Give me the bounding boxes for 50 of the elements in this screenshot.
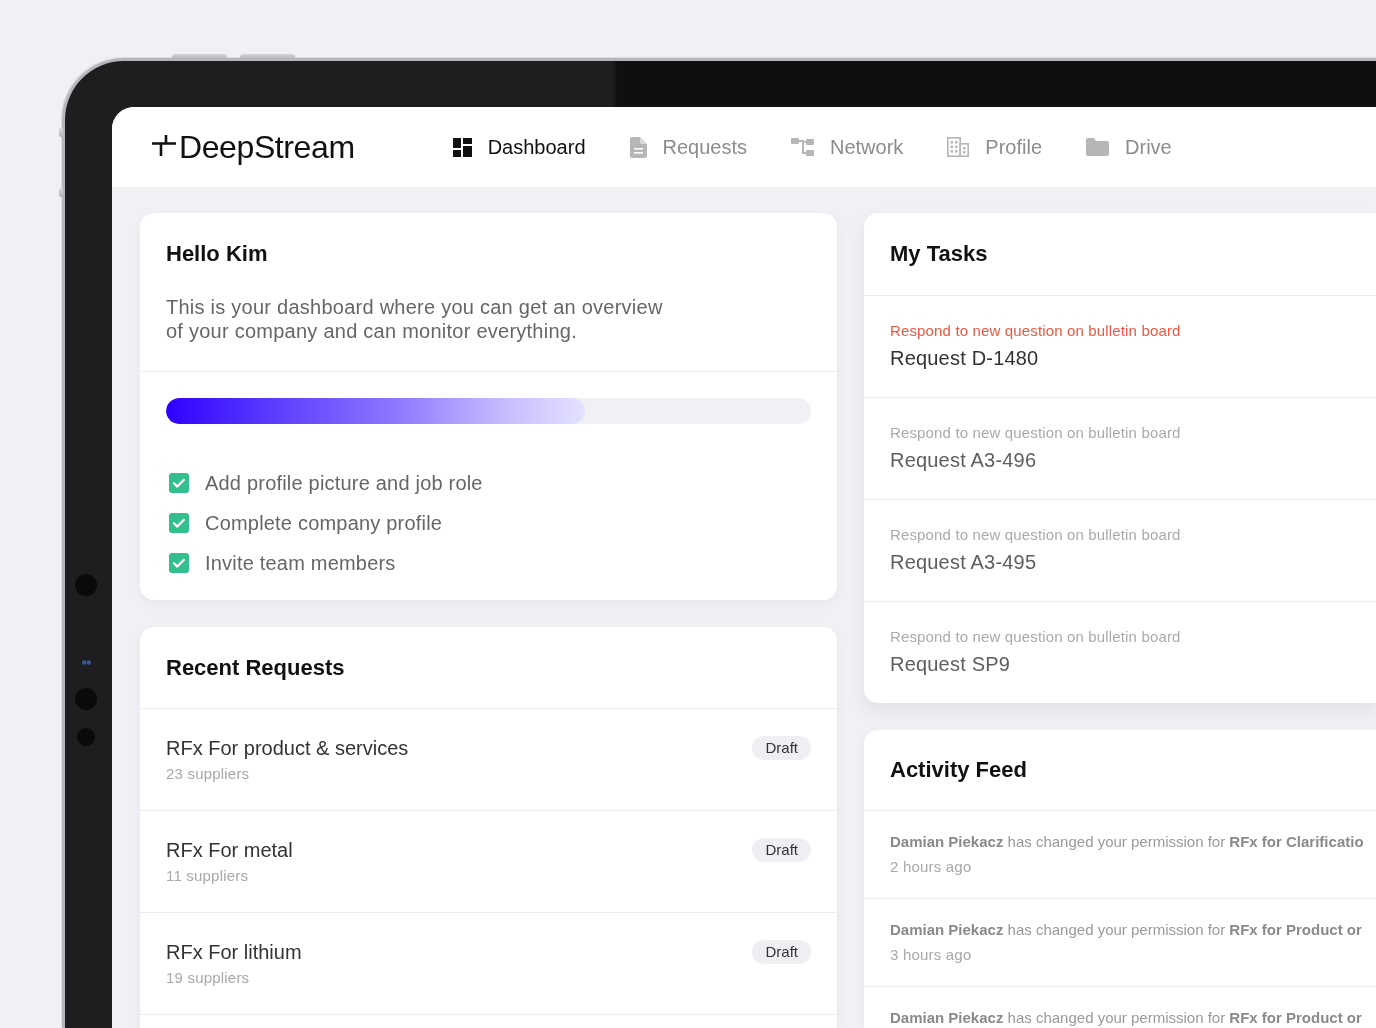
request-title[interactable]: RFx For product & services: [166, 736, 409, 760]
hierarchy-icon: [791, 138, 814, 156]
checkbox[interactable]: [169, 473, 189, 493]
hardware-key: [59, 188, 63, 197]
activity-text: Damian Piekacz has changed your permission for RFx for Product or: [890, 920, 1362, 940]
task-title[interactable]: Request A3-496: [890, 447, 1037, 473]
activity-text: Damian Piekacz has changed your permission for RFx for Clarificatio: [890, 832, 1364, 852]
document-icon: [629, 136, 647, 158]
camera-icon: [82, 660, 91, 665]
hardware-key: [240, 54, 295, 59]
folder-icon: [1086, 138, 1110, 156]
task-description: Respond to new question on bulletin board: [890, 423, 1181, 443]
status-badge: Draft: [752, 838, 811, 862]
card-title: Recent Requests: [166, 654, 345, 681]
request-title[interactable]: RFx For metal: [166, 838, 293, 862]
hardware-key: [172, 54, 227, 59]
checkbox[interactable]: [169, 553, 189, 573]
supplier-count: 23 suppliers: [166, 764, 251, 784]
nav-tab[interactable]: Drive: [1086, 134, 1172, 160]
nav-tab[interactable]: Requests: [629, 134, 747, 160]
task-description: Respond to new question on bulletin board: [890, 321, 1181, 341]
task-description: Respond to new question on bulletin board: [890, 525, 1181, 545]
welcome-text: This is your dashboard where you can get an overview of your company and can monitor everything.: [166, 295, 664, 343]
task-title[interactable]: Request A3-495: [890, 549, 1037, 575]
nav-tab[interactable]: Network: [791, 134, 904, 160]
nav-tab[interactable]: Profile: [947, 134, 1043, 160]
supplier-count: 19 suppliers: [166, 968, 251, 988]
hardware-key: [59, 128, 63, 137]
task-description: Respond to new question on bulletin board: [890, 627, 1181, 647]
brand-name: DeepStream: [179, 128, 355, 167]
activity-time: 3 hours ago: [890, 945, 972, 965]
card-title: Activity Feed: [890, 757, 1027, 783]
grid-icon: [452, 137, 472, 157]
checklist-label: Invite team members: [205, 551, 396, 575]
card-title: My Tasks: [890, 241, 988, 267]
activity-text: Damian Piekacz has changed your permission for RFx for Product or: [890, 1008, 1362, 1028]
nav-tab[interactable]: Dashboard: [452, 134, 586, 160]
status-badge: Draft: [752, 736, 811, 760]
card-title: Hello Kim: [166, 241, 269, 267]
activity-time: 2 hours ago: [890, 857, 972, 877]
logo-icon: [152, 135, 176, 156]
status-badge: Draft: [752, 940, 811, 964]
request-title[interactable]: RFx For lithium: [166, 940, 302, 964]
building-icon: [947, 137, 970, 157]
task-title[interactable]: Request SP9: [890, 651, 1011, 677]
checklist-label: Complete company profile: [205, 511, 443, 535]
checklist-label: Add profile picture and job role: [205, 471, 483, 495]
checkbox[interactable]: [169, 513, 189, 533]
supplier-count: 11 suppliers: [166, 866, 250, 886]
task-title[interactable]: Request D-1480: [890, 345, 1039, 371]
